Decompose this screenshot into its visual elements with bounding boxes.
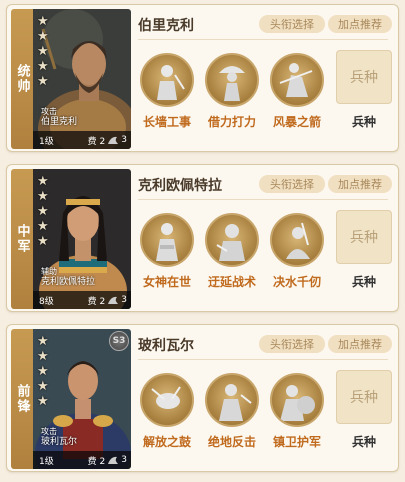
troop-count-icon [108,136,119,144]
star-icon: ★ [37,364,49,379]
hero-name: 伯里克利 [138,18,194,34]
star-icon: ★ [37,394,49,409]
points-recommend-button[interactable]: 加点推荐 [328,175,392,193]
hero-type-caption: 辅助 克利欧佩特拉 [41,267,95,287]
hero-type: 辅助 [41,267,57,276]
skill-label-3: 镇卫护军 [272,435,321,449]
hero-type-caption: 攻击 玻利瓦尔 [41,427,77,447]
title-select-button[interactable]: 头衔选择 [259,15,325,33]
troop-type-label: 兵种 [351,275,376,289]
skill-icon-1[interactable] [140,213,194,267]
hero-name: 克利欧佩特拉 [138,178,222,194]
count-value: 3 [121,455,127,465]
skill-label-2: 迂延战术 [207,275,256,289]
star-icon: ★ [37,29,49,44]
hero-portrait[interactable]: ★ ★ ★ ★ ★ 攻击 伯里克利 1级 费 2 3 [33,9,131,149]
hero-level: 1级 [39,456,54,467]
star-icon: ★ [37,379,49,394]
skill-icon-3[interactable] [270,373,324,427]
troop-count-icon [108,456,119,464]
hero-stats-bar: 8级 费 2 3 [33,291,131,309]
skill-icon-2[interactable] [205,53,259,107]
hero-type-caption: 攻击 伯里克利 [41,107,77,127]
star-icon: ★ [37,349,49,364]
star-icon: ★ [37,234,49,249]
skill-label-3: 决水千仞 [272,275,321,289]
hero-cost: 费 2 3 [88,134,127,147]
points-recommend-button[interactable]: 加点推荐 [328,335,392,353]
star-icon: ★ [37,189,49,204]
skill-icon-2[interactable] [205,373,259,427]
troop-type-label: 兵种 [351,435,376,449]
hero-type: 攻击 [41,107,57,116]
skill-label-2: 绝地反击 [207,435,256,449]
hero-portrait[interactable]: S3 ★ ★ ★ ★ ★ 攻击 玻利瓦尔 1级 费 2 3 [33,329,131,469]
skill-icon-1[interactable] [140,373,194,427]
star-icon: ★ [37,44,49,59]
star-icon: ★ [37,204,49,219]
role-label: 中军 [11,169,33,309]
hero-card-3: 前锋 S3 ★ ★ ★ ★ ★ 攻击 玻利瓦尔 1级 费 2 3 玻利瓦尔 头衔… [6,324,399,472]
hero-portrait[interactable]: ★ ★ ★ ★ ★ 辅助 克利欧佩特拉 8级 费 2 3 [33,169,131,309]
cost-value: 费 2 [87,456,106,467]
count-value: 3 [121,295,127,305]
troop-count-icon [108,296,119,304]
troop-type-label: 兵种 [351,115,376,129]
role-label: 前锋 [11,329,33,469]
hero-stats-bar: 1级 费 2 3 [33,451,131,469]
star-rating: ★ ★ ★ ★ ★ [37,335,49,409]
title-select-button[interactable]: 头衔选择 [259,335,325,353]
skill-label-2: 借力打力 [207,115,256,129]
cost-value: 费 2 [87,136,106,147]
divider [138,359,388,360]
hero-name: 玻利瓦尔 [138,338,194,354]
skill-icon-2[interactable] [205,213,259,267]
hero-portrait-name: 克利欧佩特拉 [41,277,96,287]
hero-level: 1级 [39,136,54,147]
troop-type-slot[interactable]: 兵种 [336,370,392,424]
star-icon: ★ [37,174,49,189]
star-icon: ★ [37,14,49,29]
points-recommend-button[interactable]: 加点推荐 [328,15,392,33]
hero-card-1: 统帅 ★ ★ ★ ★ ★ 攻击 伯里克利 1级 费 2 3 伯里克利 头衔选择 … [6,4,399,152]
role-label: 统帅 [11,9,33,149]
cost-value: 费 2 [87,296,106,307]
star-rating: ★ ★ ★ ★ ★ [37,15,49,89]
title-select-button[interactable]: 头衔选择 [259,175,325,193]
star-rating: ★ ★ ★ ★ ★ [37,175,49,249]
star-icon: ★ [37,334,49,349]
skill-label-1: 女神在世 [142,275,191,289]
skill-label-3: 风暴之箭 [272,115,321,129]
count-value: 3 [121,135,127,145]
star-icon: ★ [37,219,49,234]
hero-level: 8级 [39,296,54,307]
troop-type-slot[interactable]: 兵种 [336,50,392,104]
hero-portrait-name: 伯里克利 [41,117,78,127]
skill-label-1: 解放之鼓 [142,435,191,449]
star-icon: ★ [37,74,49,89]
season-badge: S3 [109,331,129,351]
skill-icon-1[interactable] [140,53,194,107]
skill-label-1: 长墙工事 [142,115,191,129]
hero-stats-bar: 1级 费 2 3 [33,131,131,149]
star-icon: ★ [37,59,49,74]
hero-cost: 费 2 3 [88,454,127,467]
troop-type-slot[interactable]: 兵种 [336,210,392,264]
divider [138,39,388,40]
hero-cost: 费 2 3 [88,294,127,307]
divider [138,199,388,200]
skill-icon-3[interactable] [270,53,324,107]
hero-type: 攻击 [41,427,57,436]
hero-card-2: 中军 ★ ★ ★ ★ ★ 辅助 克利欧佩特拉 8级 费 2 3 克利欧佩特拉 头… [6,164,399,312]
hero-portrait-name: 玻利瓦尔 [41,437,78,447]
skill-icon-3[interactable] [270,213,324,267]
